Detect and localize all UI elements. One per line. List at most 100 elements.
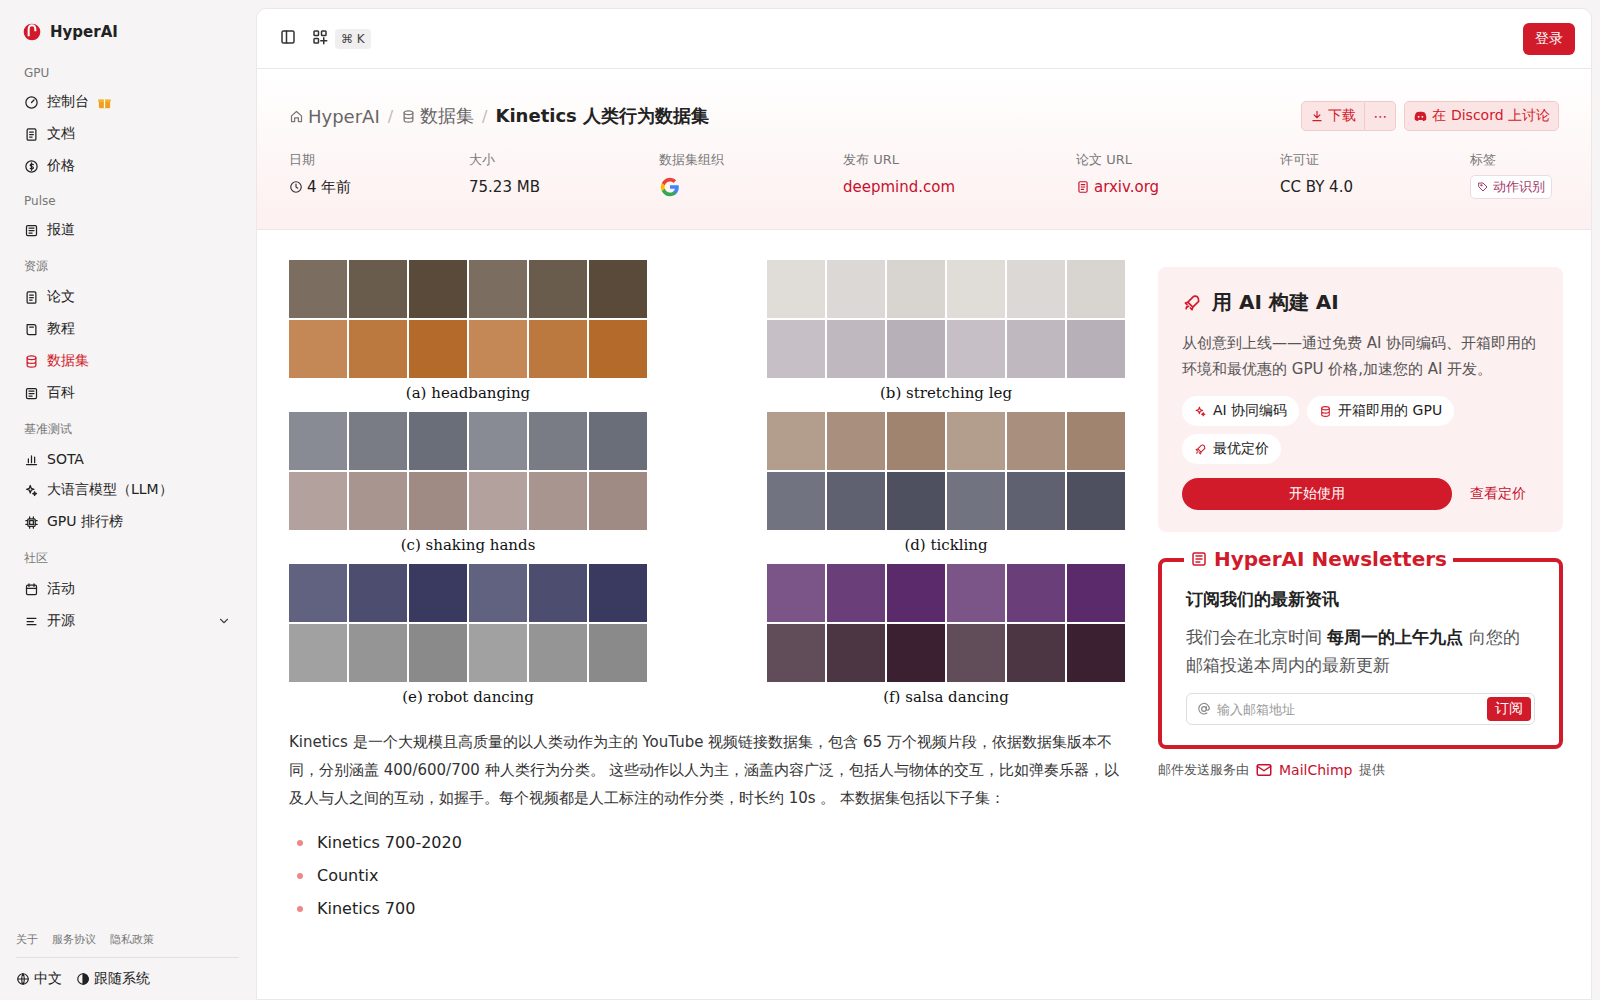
video-frame: [289, 260, 347, 318]
tag-icon: [1477, 181, 1489, 193]
sidebar-item-label[interactable]: SOTA: [47, 451, 84, 467]
download-label[interactable]: 下载: [1328, 107, 1356, 125]
start-button[interactable]: 开始使用: [1182, 478, 1452, 510]
apps-button[interactable]: [311, 28, 329, 50]
video-frame: [887, 564, 945, 622]
login-button[interactable]: 登录: [1523, 23, 1575, 55]
video-frame: [827, 412, 885, 470]
footer-link[interactable]: 关于: [16, 932, 38, 947]
content: (a) headbanging(b) stretching leg(c) sha…: [257, 230, 1591, 925]
sidebar-item-label[interactable]: 百科: [47, 384, 75, 402]
sidebar-item[interactable]: 活动: [16, 573, 239, 605]
sidebar-item[interactable]: 论文: [16, 281, 239, 313]
video-frame: [289, 472, 347, 530]
home-icon: [289, 109, 304, 124]
mailchimp-link[interactable]: MailChimp: [1279, 762, 1353, 778]
sidebar-item[interactable]: 文档: [16, 118, 239, 150]
text: 我们会在北京时间: [1186, 627, 1327, 647]
discord-button[interactable]: 在 Discord 上讨论: [1404, 101, 1559, 131]
video-frame: [589, 564, 647, 622]
sidebar-item-label[interactable]: 报道: [47, 221, 75, 239]
sidebar-item[interactable]: 报道: [16, 214, 239, 246]
video-frame: [1007, 412, 1065, 470]
meta-field: 发布 URLdeepmind.com: [843, 151, 1076, 199]
subset-item: Kinetics 700: [289, 892, 1126, 925]
logo-text[interactable]: HyperAI: [50, 23, 118, 41]
more-button[interactable]: ⋯: [1365, 101, 1396, 131]
email-input[interactable]: [1217, 702, 1481, 717]
breadcrumb-label[interactable]: HyperAI: [308, 106, 380, 127]
download-group: 下载 ⋯: [1301, 101, 1396, 131]
sidebar-item-label[interactable]: 活动: [47, 580, 75, 598]
sidebar-item[interactable]: 百科: [16, 377, 239, 409]
sidebar-item-label[interactable]: 数据集: [47, 352, 89, 370]
language-switch[interactable]: 中文: [16, 970, 62, 988]
sidebar-item-label[interactable]: GPU 排行榜: [47, 513, 123, 531]
meta-field: 标签动作识别: [1470, 151, 1559, 199]
sidebar-item[interactable]: SOTA: [16, 444, 239, 474]
db-icon: [24, 354, 39, 369]
sidebar-item[interactable]: 教程: [16, 313, 239, 345]
video-frames: [767, 564, 1125, 682]
figure-panel: (b) stretching leg: [767, 260, 1125, 406]
breadcrumb-separator: /: [386, 107, 395, 126]
sidebar: HyperAIGPU控制台文档价格Pulse报道资源论文教程数据集百科基准测试S…: [0, 0, 255, 1000]
video-frame: [529, 472, 587, 530]
breadcrumb-item[interactable]: HyperAI: [289, 106, 380, 127]
breadcrumb-item[interactable]: 数据集: [401, 104, 474, 128]
theme-label[interactable]: 跟随系统: [94, 970, 150, 988]
email-field: 订阅: [1186, 693, 1535, 725]
sidebar-item[interactable]: 开源: [16, 605, 239, 637]
sidebar-item-label[interactable]: 教程: [47, 320, 75, 338]
sidebar-item-label[interactable]: 价格: [47, 157, 75, 175]
footer-link[interactable]: 隐私政策: [110, 932, 154, 947]
sidebar-item-label[interactable]: 控制台: [47, 93, 89, 111]
discord-label[interactable]: 在 Discord 上讨论: [1432, 107, 1550, 125]
sidebar-item[interactable]: 大语言模型（LLM）: [16, 474, 239, 506]
meta-field: 论文 URLarxiv.org: [1076, 151, 1280, 199]
topbar: ⌘ K 登录: [257, 9, 1591, 69]
sidebar-item-label[interactable]: 大语言模型（LLM）: [47, 481, 173, 499]
sidebar-item-label[interactable]: 开源: [47, 612, 75, 630]
video-frames: [767, 412, 1125, 530]
meta-label: 许可证: [1280, 151, 1470, 169]
tag[interactable]: 动作识别: [1470, 175, 1552, 199]
download-button[interactable]: 下载: [1301, 101, 1365, 131]
panel-icon: [279, 28, 297, 46]
meta-label: 大小: [469, 151, 659, 169]
sidebar-item[interactable]: 数据集: [16, 345, 239, 377]
shortcut-hint[interactable]: ⌘ K: [335, 29, 371, 49]
video-frame: [767, 320, 825, 378]
meta-text[interactable]: arxiv.org: [1094, 178, 1159, 196]
video-frame: [827, 260, 885, 318]
video-frame: [469, 624, 527, 682]
newsletter-title-text: HyperAI Newsletters: [1214, 547, 1447, 571]
subset-item: Kinetics 700-2020: [289, 826, 1126, 859]
sidebar-item-label[interactable]: 论文: [47, 288, 75, 306]
video-frame: [767, 564, 825, 622]
breadcrumb-label[interactable]: 数据集: [420, 104, 474, 128]
video-frame: [1007, 564, 1065, 622]
subscribe-button[interactable]: 订阅: [1487, 697, 1531, 721]
figure: (a) headbanging(b) stretching leg(c) sha…: [289, 256, 1126, 714]
meta-field: 数据集组织: [659, 151, 843, 199]
sidebar-item[interactable]: 价格: [16, 150, 239, 182]
video-frame: [589, 624, 647, 682]
article: (a) headbanging(b) stretching leg(c) sha…: [289, 256, 1126, 925]
video-frame: [887, 412, 945, 470]
sidebar-item[interactable]: GPU 排行榜: [16, 506, 239, 538]
sidebar-item[interactable]: 控制台: [16, 86, 239, 118]
feature-chip: AI 协同编码: [1182, 396, 1299, 426]
video-frame: [589, 260, 647, 318]
pricing-link[interactable]: 查看定价: [1470, 485, 1526, 503]
meta-text[interactable]: deepmind.com: [843, 178, 955, 196]
breadcrumb-item: Kinetics 人类行为数据集: [496, 104, 710, 128]
meta-value: 75.23 MB: [469, 175, 659, 199]
language-label[interactable]: 中文: [34, 970, 62, 988]
tag-label[interactable]: 动作识别: [1493, 178, 1545, 196]
video-frame: [589, 320, 647, 378]
footer-link[interactable]: 服务协议: [52, 932, 96, 947]
theme-switch[interactable]: 跟随系统: [76, 970, 150, 988]
sidebar-item-label[interactable]: 文档: [47, 125, 75, 143]
toggle-sidebar-button[interactable]: [279, 28, 297, 50]
